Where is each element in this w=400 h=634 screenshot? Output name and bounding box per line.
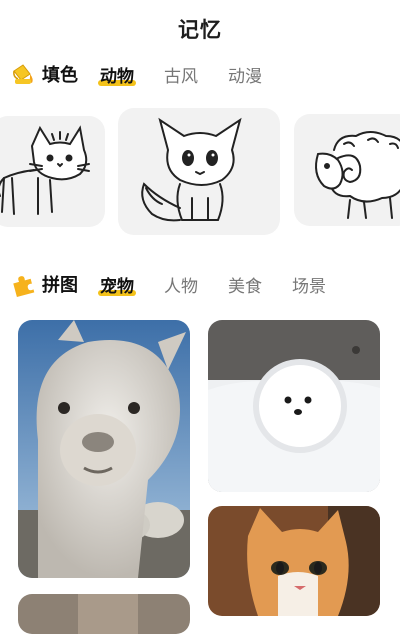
- tab-food[interactable]: 美食: [228, 272, 262, 297]
- puzzle-title: 拼图: [42, 275, 78, 296]
- coloring-card-ram[interactable]: [294, 114, 400, 226]
- coloring-card-fox[interactable]: [118, 108, 280, 235]
- puzzle-section-header: 拼图 宠物 人物 美食 场景: [10, 266, 356, 302]
- coloring-title: 填色: [42, 65, 78, 86]
- alpaca-photo[interactable]: [18, 320, 190, 578]
- bottom-photo[interactable]: [18, 594, 190, 634]
- page-title: 记忆: [178, 18, 222, 42]
- pomeranian-image: [208, 320, 380, 492]
- orange-cat-image: [208, 506, 380, 616]
- fox-outline-drawing: [141, 117, 242, 222]
- cat-outline-drawing: [0, 125, 90, 215]
- tab-animals[interactable]: 动物: [98, 62, 136, 87]
- alpaca-image: [18, 320, 190, 578]
- coloring-card-cat[interactable]: [0, 116, 105, 227]
- bottom-image: [18, 594, 190, 634]
- tab-anime[interactable]: 动漫: [228, 62, 262, 87]
- tab-people[interactable]: 人物: [164, 272, 198, 297]
- tab-scenery[interactable]: 场景: [292, 272, 326, 297]
- puzzle-piece-icon: [13, 276, 35, 297]
- tab-pets[interactable]: 宠物: [98, 272, 136, 297]
- coloring-section-header: 填色 动物 古风 动漫: [10, 56, 292, 92]
- tab-ancient-style[interactable]: 古风: [164, 62, 198, 87]
- orange-cat-photo[interactable]: [208, 506, 380, 616]
- ram-outline-drawing: [315, 131, 400, 219]
- pomeranian-photo[interactable]: [208, 320, 380, 492]
- paint-bucket-icon: [13, 64, 33, 84]
